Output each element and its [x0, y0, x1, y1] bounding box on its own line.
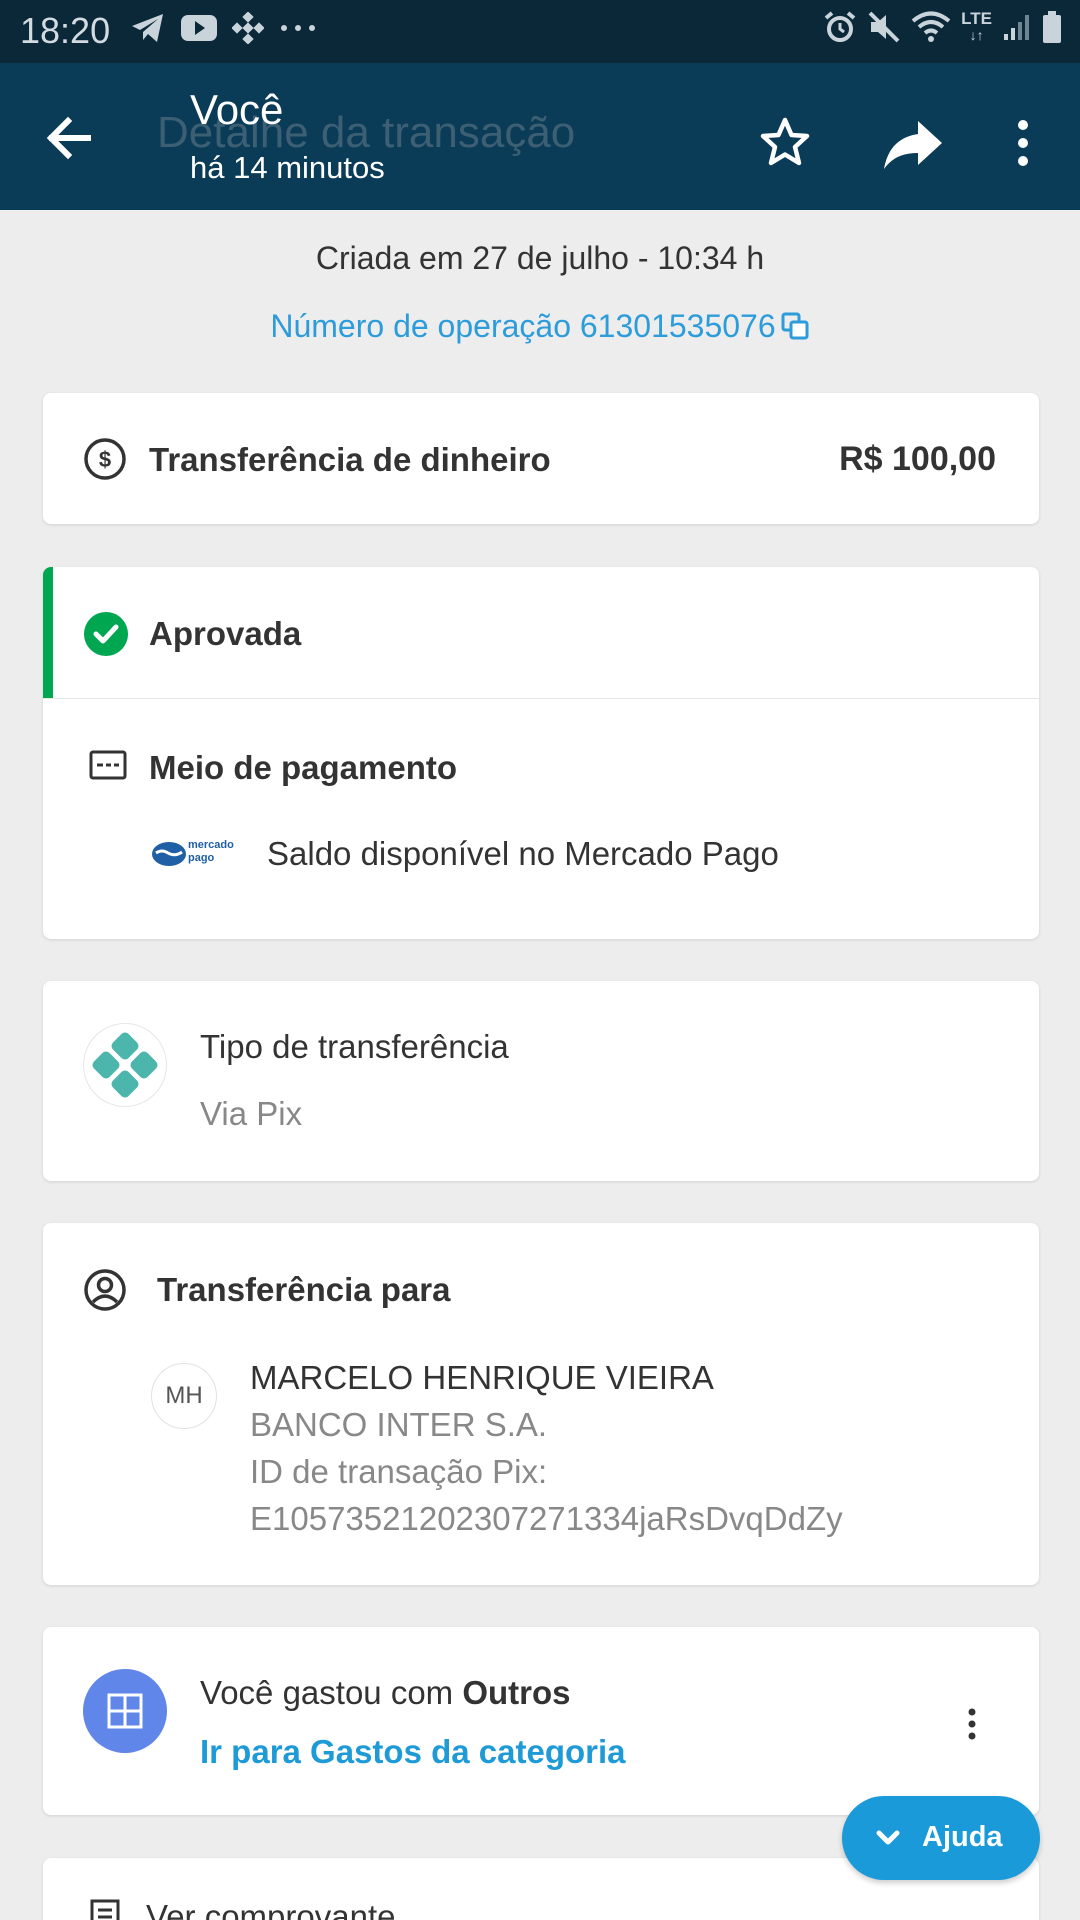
mercado-pago-handshake-icon: [152, 842, 186, 866]
pix-icon: [92, 1032, 158, 1098]
category-name: Outros: [462, 1674, 571, 1711]
help-button-label: Ajuda: [922, 1821, 1003, 1853]
wifi-icon: [911, 11, 951, 42]
logo-text-top: mercado: [188, 839, 234, 851]
transfer-amount: R$ 100,00: [839, 440, 996, 478]
recipient-section-label: Transferência para: [157, 1271, 451, 1308]
status-bar: 18:20 LTE ↓↑: [0, 0, 1080, 63]
card-payment-icon: [89, 750, 127, 780]
more-notifications-icon: [281, 25, 315, 31]
category-card: Você gastou com Outros Ir para Gastos da…: [43, 1627, 1039, 1815]
receipt-icon: [90, 1899, 120, 1920]
pix-transaction-id: E10573521202307271334jaRsDvqDdZy: [250, 1500, 843, 1537]
user-circle-icon: [84, 1269, 126, 1311]
amount-card: $ Transferência de dinheiro R$ 100,00: [43, 393, 1039, 524]
signal-icon: [1004, 15, 1029, 40]
alarm-icon: [824, 11, 856, 42]
payment-method-value: Saldo disponível no Mercado Pago: [267, 835, 779, 872]
category-text: Você gastou com Outros: [200, 1674, 571, 1712]
mercado-pago-logo: mercado pago: [151, 837, 237, 871]
card-divider: [43, 698, 1039, 699]
payment-method-label: Meio de pagamento: [149, 749, 458, 786]
receipt-label: Ver comprovante: [146, 1898, 396, 1920]
star-icon[interactable]: [755, 113, 815, 173]
pix-id-label: ID de transação Pix:: [250, 1453, 548, 1490]
recipient-avatar: MH: [151, 1363, 217, 1429]
binance-icon: [232, 12, 264, 44]
transfer-type-label: Tipo de transferência: [200, 1028, 509, 1065]
status-indicator-bar: [43, 567, 53, 698]
recipient-card: Transferência para MH MARCELO HENRIQUE V…: [43, 1223, 1039, 1585]
chevron-down-icon: [876, 1830, 900, 1845]
transfer-type-value: Via Pix: [200, 1095, 303, 1132]
status-time: 18:20: [20, 10, 111, 51]
status-system-icons: LTE ↓↑: [823, 10, 1062, 44]
page-subtitle: há 14 minutos: [190, 150, 385, 185]
transfer-type-title: Transferência de dinheiro: [149, 441, 551, 478]
network-type: LTE ↓↑: [961, 9, 992, 43]
category-badge: [83, 1669, 167, 1753]
help-button[interactable]: Ajuda: [842, 1796, 1040, 1880]
more-options-icon[interactable]: [1005, 113, 1041, 173]
network-type-label: LTE: [961, 9, 992, 28]
operation-number-link[interactable]: Número de operação 61301535076: [0, 308, 1080, 345]
back-arrow-icon[interactable]: [40, 108, 100, 168]
pix-logo: [83, 1023, 167, 1107]
recipient-bank: BANCO INTER S.A.: [250, 1406, 548, 1443]
status-card: Aprovada Meio de pagamento mercado pago …: [43, 567, 1039, 939]
dollar-circle-icon: $: [84, 438, 126, 480]
category-text-prefix: Você gastou com: [200, 1674, 463, 1711]
category-more-icon[interactable]: [965, 1707, 979, 1741]
logo-text-bottom: pago: [188, 852, 215, 864]
category-grid-icon: [107, 1693, 143, 1729]
app-bar: Detalhe da transação Você há 14 minutos: [0, 63, 1080, 210]
status-notification-icons: [130, 12, 318, 44]
created-date: Criada em 27 de julho - 10:34 h: [315, 240, 765, 276]
svg-text:$: $: [99, 447, 111, 472]
check-circle-icon: [84, 612, 128, 656]
battery-icon: [1043, 11, 1061, 43]
telegram-icon: [132, 14, 163, 42]
mute-icon: [868, 11, 900, 43]
recipient-name: MARCELO HENRIQUE VIEIRA: [250, 1359, 714, 1396]
page-title: Você: [190, 86, 284, 133]
share-icon[interactable]: [880, 113, 946, 173]
copy-icon[interactable]: [780, 311, 810, 341]
transfer-type-card: Tipo de transferência Via Pix: [43, 981, 1039, 1181]
operation-number-text: Número de operação 61301535076: [270, 308, 776, 344]
category-spending-link[interactable]: Ir para Gastos da categoria: [200, 1733, 626, 1771]
youtube-icon: [181, 15, 217, 41]
status-label: Aprovada: [149, 615, 302, 652]
